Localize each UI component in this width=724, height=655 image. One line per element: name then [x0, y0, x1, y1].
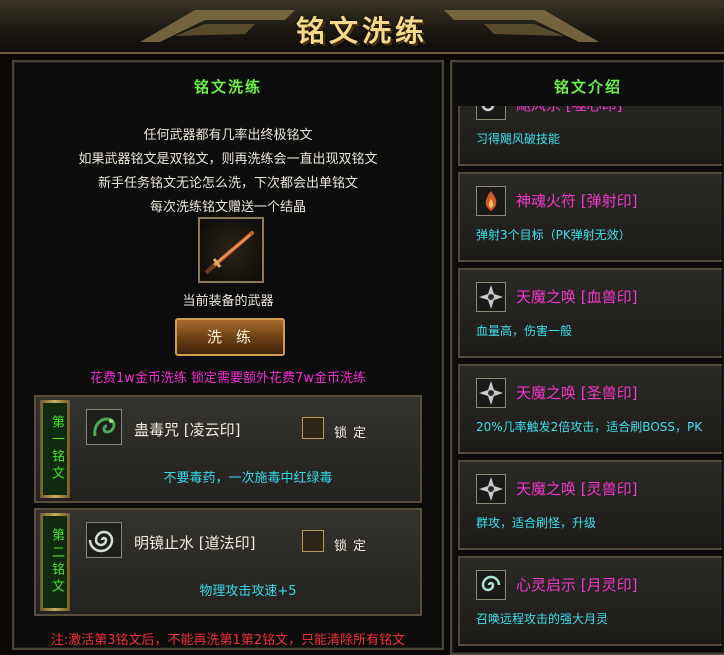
rune-card: 天魔之唤 [灵兽印] 群攻，适合刷怪，升级 — [458, 460, 722, 550]
title-banner: 铭文洗练 — [0, 0, 724, 54]
equipped-weapon-slot[interactable] — [198, 217, 264, 283]
intro-heading: 铭文介绍 — [553, 78, 622, 96]
rune-card-desc: 弹射3个目标（PK弹射无效） — [476, 228, 631, 242]
star-rune-icon — [476, 378, 506, 408]
intro-panel: 铭文介绍 飓风杀 [噬心印] 习得飓风破技能 神魂火符 [弹射印] 弹射3个目标… — [450, 60, 724, 655]
intro-list[interactable]: 飓风杀 [噬心印] 习得飓风破技能 神魂火符 [弹射印] 弹射3个目标（PK弹射… — [452, 106, 724, 653]
lock-checkbox[interactable] — [302, 530, 324, 552]
rune-description: 不要毒药，一次施毒中红绿毒 — [163, 471, 333, 486]
window-title: 铭文洗练 — [295, 14, 428, 48]
lock-label: 锁定 — [334, 539, 373, 554]
star-rune-icon — [476, 282, 506, 312]
rune-card-title: 天魔之唤 [圣兽印] — [516, 384, 638, 402]
poison-rune-icon — [86, 409, 122, 445]
rune-name: 明镜止水 [道法印] — [134, 534, 256, 552]
cost-text: 花费1w金币洗练 锁定需要额外花费7w金币洗练 — [90, 371, 366, 386]
sword-icon — [204, 231, 254, 275]
rune-card-title: 天魔之唤 [血兽印] — [516, 288, 638, 306]
rune-card-title: 心灵启示 [月灵印] — [516, 576, 638, 594]
slot-tag: 第二铭文 — [40, 513, 70, 611]
refine-button[interactable]: 洗练 — [175, 318, 285, 356]
rule-line: 任何武器都有几率出终极铭文 — [143, 128, 313, 143]
rune-name: 蛊毒咒 [凌云印] — [134, 421, 241, 439]
whirl-rune-icon — [476, 106, 506, 120]
fire-rune-icon — [476, 186, 506, 216]
rune-description: 物理攻击攻速+5 — [199, 584, 297, 599]
lock-label: 锁定 — [334, 426, 373, 441]
rune-card-title: 飓风杀 [噬心印] — [516, 106, 622, 115]
warning-note: 注:激活第3铭文后，不能再洗第1第2铭文，只能清除所有铭文 — [50, 633, 406, 648]
rune-slot-1: 第一铭文 蛊毒咒 [凌云印] 锁定 不要毒药，一次施毒中红绿毒 — [34, 395, 422, 503]
rune-card: 心灵启示 [月灵印] 召唤远程攻击的强大月灵 — [458, 556, 722, 646]
rune-card-title: 天魔之唤 [灵兽印] — [516, 480, 638, 498]
rule-line: 如果武器铭文是双铭文，则再洗练会一直出现双铭文 — [78, 152, 378, 167]
slot-tag-label: 第二铭文 — [43, 516, 67, 608]
refine-heading: 铭文洗练 — [193, 78, 262, 96]
refine-panel: 铭文洗练 任何武器都有几率出终极铭文 如果武器铭文是双铭文，则再洗练会一直出现双… — [12, 60, 444, 650]
rune-card: 天魔之唤 [血兽印] 血量高，伤害一般 — [458, 268, 722, 358]
rune-card-desc: 群攻，适合刷怪，升级 — [476, 516, 597, 530]
rune-card-desc: 血量高，伤害一般 — [476, 324, 573, 338]
slot-tag: 第一铭文 — [40, 400, 70, 498]
rune-card-desc: 习得飓风破技能 — [476, 132, 561, 146]
weapon-caption: 当前装备的武器 — [182, 294, 274, 309]
swirl-rune-icon — [86, 522, 122, 558]
rune-card: 天魔之唤 [圣兽印] 20%几率触发2倍攻击，适合刷BOSS，PK — [458, 364, 722, 454]
rune-card-title: 神魂火符 [弹射印] — [516, 192, 638, 210]
slot-tag-label: 第一铭文 — [43, 403, 67, 495]
rune-card-desc: 20%几率触发2倍攻击，适合刷BOSS，PK — [476, 420, 703, 434]
spirit-rune-icon — [476, 570, 506, 600]
rune-card-desc: 召唤远程攻击的强大月灵 — [476, 612, 609, 626]
rune-slot-2: 第二铭文 明镜止水 [道法印] 锁定 物理攻击攻速+5 — [34, 508, 422, 616]
rune-card: 飓风杀 [噬心印] 习得飓风破技能 — [458, 106, 722, 166]
lock-checkbox[interactable] — [302, 417, 324, 439]
star-rune-icon — [476, 474, 506, 504]
rule-line: 每次洗练铭文赠送一个结晶 — [149, 200, 306, 215]
rule-line: 新手任务铭文无论怎么洗，下次都会出单铭文 — [97, 176, 358, 191]
rune-card: 神魂火符 [弹射印] 弹射3个目标（PK弹射无效） — [458, 172, 722, 262]
